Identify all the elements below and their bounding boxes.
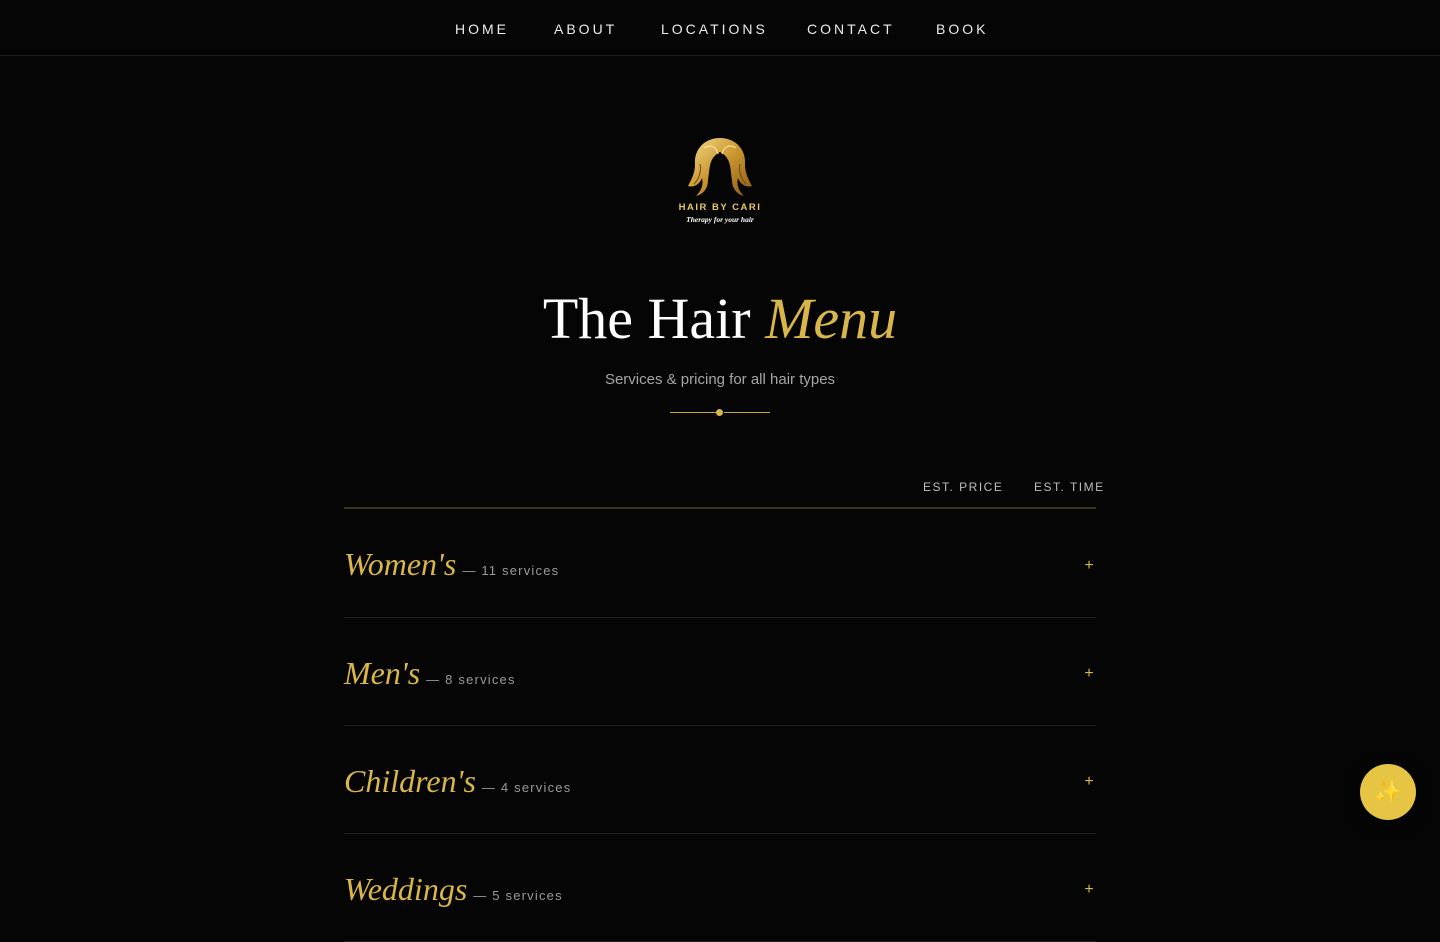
category-name: Children's <box>344 763 476 799</box>
expand-plus-icon[interactable]: + <box>1082 557 1096 575</box>
category-name: Weddings <box>344 871 468 907</box>
category-count: — 5 services <box>473 888 563 903</box>
page-subtitle: Services & pricing for all hair types <box>604 371 836 388</box>
category-mens[interactable]: Men's — 8 services + <box>344 618 1096 726</box>
category-count: — 4 services <box>481 780 572 795</box>
expand-plus-icon[interactable]: + <box>1082 881 1096 899</box>
expand-plus-icon[interactable]: + <box>1082 665 1096 683</box>
title-accent: Menu <box>765 286 898 351</box>
assistant-fab-button[interactable]: ✨ <box>1360 764 1416 820</box>
nav-locations[interactable]: LOCATIONS <box>661 20 768 38</box>
divider-right <box>724 412 770 413</box>
category-weddings[interactable]: Weddings — 5 services + <box>344 834 1096 942</box>
expand-plus-icon[interactable]: + <box>1082 773 1096 791</box>
sparkles-icon: ✨ <box>1374 779 1402 804</box>
page-title: The Hair Menu <box>0 283 1440 355</box>
column-header-price: EST. PRICE <box>923 480 1004 494</box>
logo-name: HAIR BY CARI <box>678 202 762 213</box>
title-main: The Hair <box>542 286 751 351</box>
category-count: — 11 services <box>462 563 560 578</box>
logo-tagline: Therapy for your hair <box>686 215 754 224</box>
hair-silhouette-icon <box>688 138 752 196</box>
nav-home[interactable]: HOME <box>455 20 509 38</box>
nav-about[interactable]: ABOUT <box>554 20 617 38</box>
category-title: Weddings — 5 services <box>344 869 563 916</box>
category-childrens[interactable]: Children's — 4 services + <box>344 726 1096 834</box>
divider-dot <box>716 409 723 416</box>
column-header-time: EST. TIME <box>1034 480 1105 494</box>
category-title: Women's — 11 services <box>344 544 559 591</box>
divider-left <box>670 412 716 413</box>
category-count: — 8 services <box>426 672 516 687</box>
category-name: Men's <box>344 655 421 691</box>
nav-contact[interactable]: CONTACT <box>807 20 895 38</box>
nav-book[interactable]: BOOK <box>936 20 988 38</box>
brand-logo[interactable]: HAIR BY CARI Therapy for your hair <box>664 130 776 230</box>
top-nav: HOME ABOUT LOCATIONS CONTACT BOOK <box>0 0 1440 56</box>
category-title: Children's — 4 services <box>344 761 571 808</box>
header-rule <box>344 507 1096 509</box>
category-name: Women's <box>344 546 457 582</box>
category-womens[interactable]: Women's — 11 services + <box>344 510 1096 618</box>
category-title: Men's — 8 services <box>344 653 516 700</box>
